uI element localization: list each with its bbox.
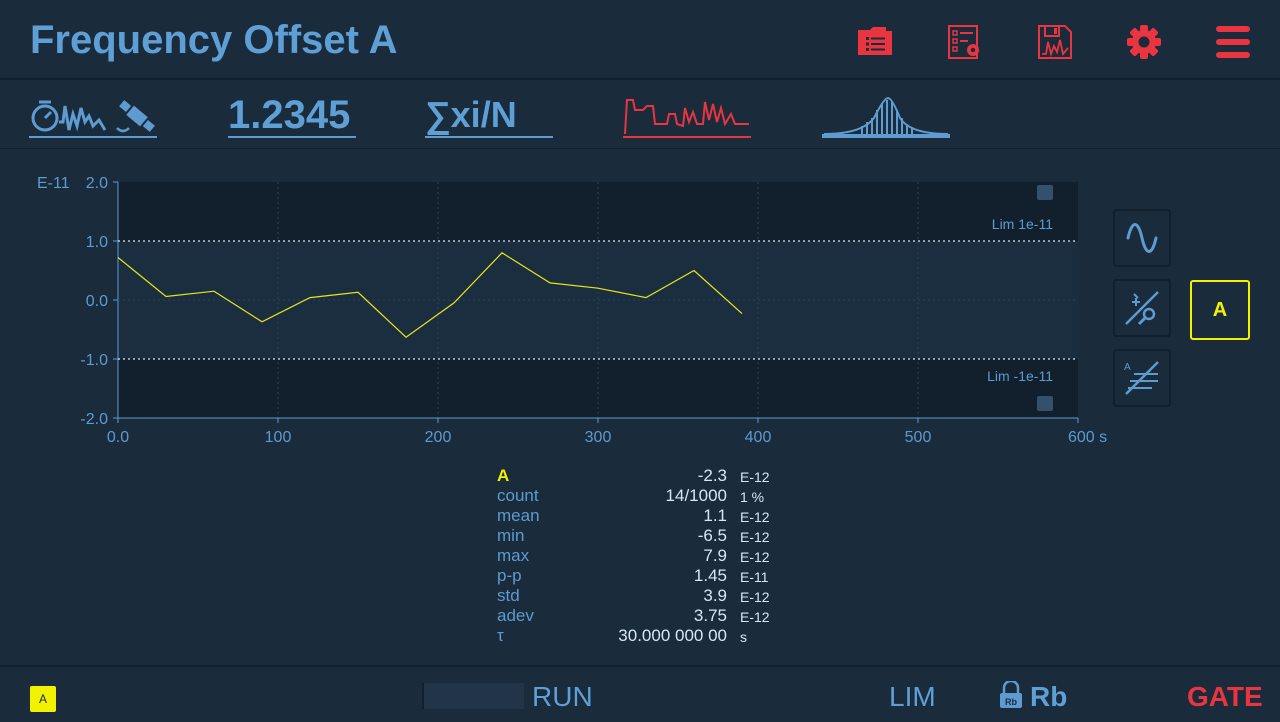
stat-unit: E-11 <box>740 569 769 585</box>
stat-unit: E-12 <box>740 549 770 565</box>
y-tick-label: 1.0 <box>86 234 108 251</box>
mode-statistics[interactable]: ∑xi/N <box>425 94 553 138</box>
y-tick-label: 2.0 <box>86 175 108 192</box>
x-tick-label: 600 s <box>1068 429 1107 446</box>
stat-row: std 3.9 E-12 <box>497 586 797 606</box>
stat-label: A <box>497 466 510 485</box>
autoscale-zoom-button[interactable] <box>1113 279 1171 337</box>
mode-bar: 1.2345 ∑xi/N <box>0 80 1280 149</box>
stat-value: -2.3 <box>697 466 727 485</box>
stat-row: τ 30.000 000 00 s <box>497 626 797 646</box>
stat-value: 14/1000 <box>665 486 727 505</box>
run-status[interactable]: RUN <box>532 681 593 713</box>
stat-row: adev 3.75 E-12 <box>497 606 797 626</box>
stat-value: 30.000 000 00 <box>618 626 727 645</box>
stat-label: adev <box>497 606 534 625</box>
channel-badge[interactable]: A <box>30 686 56 712</box>
stat-row: count 14/1000 1 % <box>497 486 797 506</box>
folder-list-icon[interactable] <box>856 22 896 62</box>
stat-label: τ <box>497 626 504 645</box>
limit-label: Lim -1e-11 <box>987 368 1053 384</box>
stat-unit: E-12 <box>740 509 770 525</box>
x-axis-ticks: 0.0 100 200 300 400 500 600 s <box>107 418 1107 446</box>
rubidium-reference-status[interactable]: Rb <box>1030 681 1067 713</box>
gear-icon[interactable] <box>1124 22 1164 62</box>
time-series-icon <box>624 99 749 135</box>
save-waveform-icon[interactable] <box>1036 22 1076 62</box>
x-tick-label: 400 <box>745 429 772 446</box>
lock-rb-label: Rb <box>1005 697 1017 707</box>
histogram-icon <box>822 96 950 136</box>
y-exponent-label: E-11 <box>37 175 70 192</box>
stat-unit: E-12 <box>740 469 770 485</box>
mode-timer-signal[interactable] <box>29 94 157 138</box>
x-tick-label: 100 <box>265 429 292 446</box>
x-tick-label: 300 <box>585 429 612 446</box>
stat-unit: E-12 <box>740 529 770 545</box>
stat-value: 3.9 <box>703 586 727 605</box>
stat-label: std <box>497 586 520 605</box>
stat-row: p-p 1.45 E-11 <box>497 566 797 586</box>
frequency-offset-chart[interactable]: Lim 1e-11 Lim -1e-11 2.0 1.0 0.0 -1.0 -2.0 0.… <box>0 160 1110 450</box>
page-title: Frequency Offset A <box>30 18 398 62</box>
stat-unit: E-12 <box>740 589 770 605</box>
stat-row: max 7.9 E-12 <box>497 546 797 566</box>
stat-value: 1.1 <box>703 506 727 525</box>
stat-row: min -6.5 E-12 <box>497 526 797 546</box>
settings-list-icon[interactable] <box>946 22 986 62</box>
channel-trace-settings-button[interactable]: A <box>1113 349 1171 407</box>
stat-value: -6.5 <box>697 526 727 545</box>
x-tick-label: 500 <box>905 429 932 446</box>
mode-histogram[interactable] <box>822 94 950 138</box>
autoscale-zoom-icon <box>1125 291 1159 326</box>
header-bar: Frequency Offset A <box>0 0 1280 80</box>
status-footer: A RUN LIM Rb Rb GATE <box>0 665 1280 722</box>
x-tick-label: 200 <box>425 429 452 446</box>
stat-value: 1.45 <box>693 566 727 585</box>
lock-icon: Rb <box>1000 681 1022 708</box>
lower-limit-handle[interactable] <box>1037 396 1053 411</box>
sine-wave-icon <box>1126 223 1158 253</box>
stat-label: p-p <box>497 566 522 585</box>
mode-time-series[interactable] <box>623 94 751 138</box>
stat-unit: s <box>740 629 747 645</box>
stat-label: mean <box>497 506 540 525</box>
run-progress-bar <box>422 683 524 709</box>
stat-unit: E-12 <box>740 609 770 625</box>
hamburger-menu-icon[interactable] <box>1214 22 1254 62</box>
stat-unit: 1 % <box>740 489 765 505</box>
stat-value: 7.9 <box>703 546 727 565</box>
y-tick-label: -2.0 <box>80 411 108 428</box>
timer-signal-satellite-icon <box>31 100 155 133</box>
gate-status[interactable]: GATE <box>1187 681 1263 713</box>
stat-row: A -2.3 E-12 <box>497 466 797 486</box>
statistics-label: ∑xi/N <box>425 94 517 135</box>
mode-numeric[interactable]: 1.2345 <box>228 94 356 138</box>
channel-a-button[interactable]: A <box>1190 280 1250 340</box>
stat-label: min <box>497 526 525 545</box>
stat-value: 3.75 <box>693 606 727 625</box>
y-tick-label: -1.0 <box>80 352 108 369</box>
limit-status[interactable]: LIM <box>889 681 936 713</box>
stat-label: count <box>497 486 539 505</box>
x-tick-label: 0.0 <box>107 429 129 446</box>
trace-lines-icon: A <box>1124 361 1159 395</box>
numeric-display-label: 1.2345 <box>228 93 351 137</box>
stat-row: mean 1.1 E-12 <box>497 506 797 526</box>
waveform-view-button[interactable] <box>1113 209 1171 267</box>
stat-label: max <box>497 546 530 565</box>
limit-label: Lim 1e-11 <box>992 216 1053 232</box>
upper-limit-handle[interactable] <box>1037 185 1053 200</box>
y-tick-label: 0.0 <box>86 293 108 310</box>
svg-text:A: A <box>1124 362 1131 373</box>
